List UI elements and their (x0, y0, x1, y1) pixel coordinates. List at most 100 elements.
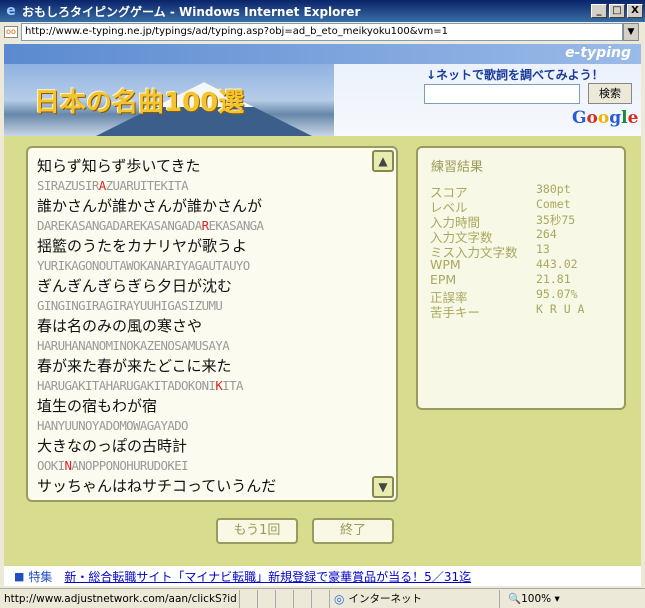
result-row: スコア 380pt (430, 182, 584, 200)
close-button[interactable]: X (627, 4, 643, 18)
result-row: 正誤率 95.07% (430, 287, 584, 305)
chevron-down-icon[interactable]: ▼ (623, 23, 639, 41)
lyric-japanese: 大きなのっぽの古時計 (37, 437, 188, 455)
status-bar: http://www.adjustnetwork.com/aan/clickS?… (0, 588, 645, 608)
romaji-text: HANYUUNOYADOMOWAGAYADO (37, 418, 189, 433)
result-row: EPM 21.81 (430, 272, 584, 287)
search-label[interactable]: ↓ネットで歌詞を調べてみよう！ (426, 66, 604, 83)
banner-strip: e-typing (4, 44, 641, 64)
chevron-down-icon: ▾ (551, 592, 560, 605)
lyric-japanese: 知らず知らず歩いてきた (37, 157, 201, 175)
lyric-romaji: DAREKASANGADAREKASANGADAREKASANGA (37, 216, 377, 236)
result-label: ミス入力文字数 (430, 245, 518, 260)
ad-bar: ■ 特集 新・総合転職サイト「マイナビ転職」新規登録で豪華賞品が当る！5／31迄 (4, 566, 641, 586)
search-input[interactable] (424, 84, 580, 104)
lyric-japanese: 揺籃のうたをカナリヤが歌うよ (37, 237, 248, 255)
lyric-japanese: サッちゃんはねサチコっていうんだ (37, 477, 277, 495)
result-value: 443.02 (536, 257, 578, 271)
zoom-level: 100% (521, 592, 552, 605)
result-value: K R U A (536, 302, 585, 316)
scrollbar[interactable]: ▲ ▼ (372, 150, 394, 498)
zoom-icon: 🔍 (508, 593, 522, 605)
lyrics-panel: 知らず知らず歩いてきた SIRAZUSIRAZUARUITEKITA 誰かさんが誰か… (26, 146, 398, 502)
square-icon: ■ (14, 569, 25, 583)
result-value: 35秒75 (536, 213, 576, 227)
search-button[interactable]: 検索 (588, 83, 632, 104)
status-text: http://www.adjustnetwork.com/aan/clickS?… (0, 589, 240, 608)
lyric-japanese: 埴生の宿もわが宿 (37, 397, 158, 415)
ad-tag: 特集 (28, 569, 53, 584)
lyric-romaji: YURIKAGONOUTAWOKANARIYAGAUTAUYO (37, 256, 377, 276)
result-label: レベル (430, 200, 468, 215)
lyric-romaji: GINGINGIRAGIRAYUUHIGASIZUMU (37, 296, 377, 316)
results-table: スコア 380pt レベル Comet 入力時間 35秒75 入力文字数 264 ミス入力文字数… (430, 182, 585, 320)
romaji-text: HARUGAKITAHARUGAKITADOKONI (37, 378, 216, 393)
google-logo[interactable]: Google (572, 108, 638, 128)
romaji-text: ZUARUITEKITA (105, 178, 189, 193)
lyric-japanese: ぎんぎんぎらぎら夕日が沈む (37, 277, 233, 295)
lyric-romaji: HANYUUNOYADOMOWAGAYADO (37, 416, 377, 436)
maximize-button[interactable]: □ (609, 4, 625, 18)
lyric-romaji: OOKINANOPPONOHURUDOKEI (37, 456, 377, 476)
romaji-text: DAREKASANGADAREKASANGADA (37, 218, 202, 233)
result-row: 入力時間 35秒75 (430, 212, 584, 230)
result-value: 13 (536, 242, 550, 256)
result-label: EPM (430, 272, 457, 287)
result-value: 380pt (536, 182, 571, 196)
result-value: Comet (536, 197, 571, 211)
result-value: 21.81 (536, 272, 571, 286)
result-label: 正誤率 (430, 290, 468, 305)
result-label: 入力文字数 (430, 230, 493, 245)
result-label: 入力時間 (430, 215, 481, 230)
lyric-romaji: HARUGAKITAHARUGAKITADOKONIKITA (37, 376, 377, 396)
result-row: 苦手キー K R U A (430, 302, 585, 320)
zone-label: インターネット (348, 593, 422, 605)
romaji-text: YURIKAGONOUTAWOKANARIYAGAUTAUYO (37, 258, 250, 273)
result-label: WPM (430, 257, 461, 272)
status-cell (294, 589, 312, 608)
security-zone[interactable]: ◎ インターネット (330, 589, 500, 608)
window-title: おもしろタイピングゲーム - Windows Internet Explorer (22, 4, 361, 19)
lyrics-list: 知らず知らず歩いてきた SIRAZUSIRAZUARUITEKITA 誰かさんが誰か… (37, 156, 377, 496)
mistyped-char: A (98, 178, 106, 193)
scroll-down-button[interactable]: ▼ (372, 476, 394, 498)
lyric-japanese: 春は名のみの風の寒さや (37, 317, 203, 335)
address-input[interactable]: http://www.e-typing.ne.jp/typings/ad/typ… (21, 23, 623, 41)
lyric-japanese: 春が来た春が来たどこに来た (37, 357, 232, 375)
romaji-text: ANOPPONOHURUDOKEI (71, 458, 188, 473)
result-label: 苦手キー (430, 305, 481, 320)
lyric-romaji: HARUHANANOMINOKAZENOSAMUSAYA (37, 336, 377, 356)
zoom-control[interactable]: 🔍 100% ▾ (500, 592, 560, 606)
typing-content: 知らず知らず歩いてきた SIRAZUSIRAZUARUITEKITA 誰かさんが誰か… (4, 136, 641, 566)
title-bar: e おもしろタイピングゲーム - Windows Internet Explor… (0, 0, 645, 22)
romaji-text: EKASANGA (208, 218, 264, 233)
site-banner: e-typing 日本の名曲100選 ↓ネットで歌詞を調べてみよう！ 検索 Go… (4, 44, 641, 136)
globe-icon: ◎ (334, 591, 345, 606)
result-value: 95.07% (536, 287, 578, 301)
romaji-text: OOKI (37, 458, 65, 473)
retry-button[interactable]: もう1回 (216, 518, 298, 544)
minimize-button[interactable]: _ (591, 4, 607, 18)
finish-button[interactable]: 終了 (312, 518, 394, 544)
romaji-text: GINGINGIRAGIRAYUUHIGASIZUMU (37, 298, 223, 313)
scroll-up-button[interactable]: ▲ (372, 150, 394, 172)
result-label: スコア (430, 185, 468, 200)
banner-image: 日本の名曲100選 (4, 64, 334, 136)
romaji-text: HARUHANANOMINOKAZENOSAMUSAYA (37, 338, 230, 353)
result-row: ミス入力文字数 13 (430, 242, 584, 260)
results-panel: 練習結果 スコア 380pt レベル Comet 入力時間 35秒75 入力文字数 264 ミス… (416, 146, 626, 410)
lyric-romaji: SIRAZUSIRAZUARUITEKITA (37, 176, 377, 196)
ie-logo-icon: e (6, 3, 16, 19)
browser-window: e おもしろタイピングゲーム - Windows Internet Explor… (0, 0, 645, 608)
result-row: レベル Comet (430, 197, 584, 215)
ad-link[interactable]: 新・総合転職サイト「マイナビ転職」新規登録で豪華賞品が当る！5／31迄 (64, 568, 471, 585)
status-cell (258, 589, 276, 608)
results-title: 練習結果 (431, 160, 484, 175)
banner-title: 日本の名曲100選 (34, 88, 245, 118)
address-bar: oo http://www.e-typing.ne.jp/typings/ad/… (0, 22, 645, 42)
result-row: 入力文字数 264 (430, 227, 584, 245)
result-value: 264 (536, 227, 557, 241)
page-icon: oo (4, 26, 18, 38)
etyping-logo[interactable]: e-typing (565, 45, 631, 61)
lyric-japanese: 誰かさんが誰かさんが誰かさんが (37, 197, 263, 215)
